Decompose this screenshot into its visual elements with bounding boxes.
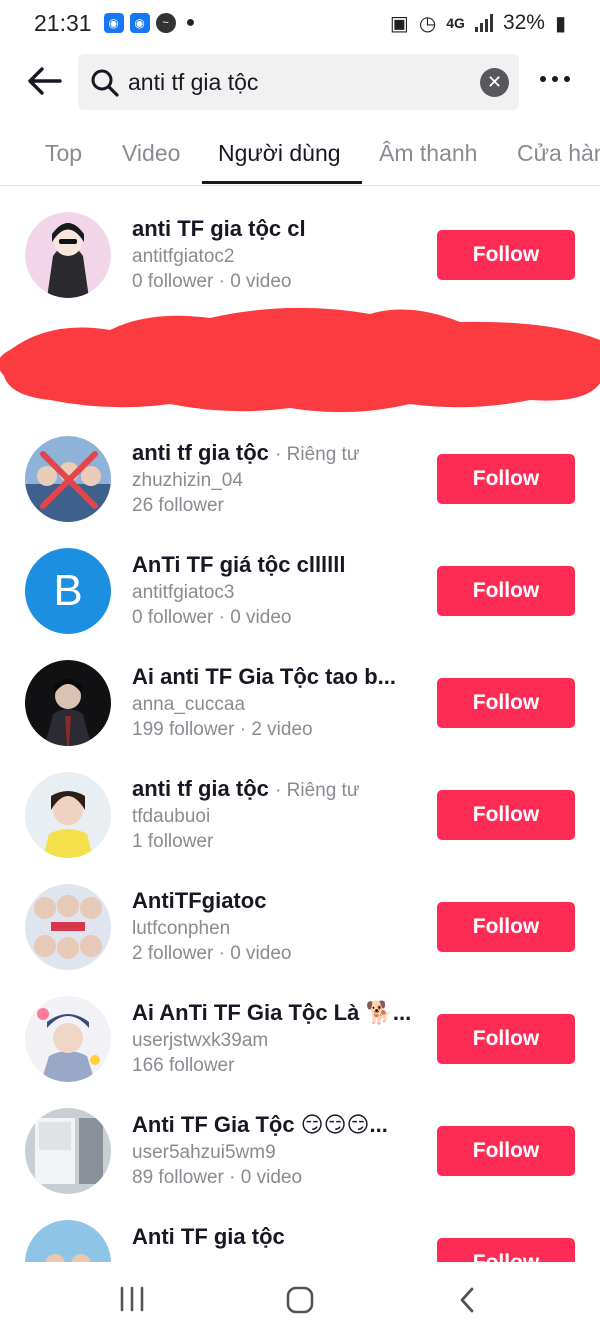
user-stats: 166 follower [132, 1055, 235, 1076]
user-handle: antitfgiatoc2 [132, 246, 235, 267]
home-icon[interactable] [285, 1286, 315, 1314]
user-row[interactable]: anti TF gia tộc cl antitfgiatoc2 0 follo… [0, 212, 600, 312]
user-stats: 199 follower · 2 video [132, 719, 313, 740]
back-arrow-icon[interactable] [26, 66, 62, 96]
search-input[interactable]: anti tf gia tộc [128, 69, 258, 96]
user-handle: user5ahzui5wm9 [132, 1142, 276, 1163]
user-name: anti tf gia tộc [132, 776, 269, 801]
user-avatar[interactable] [25, 212, 111, 298]
active-tab-indicator [202, 181, 362, 184]
redaction-scribble [0, 307, 600, 413]
user-row[interactable]: anti tf gia tộc · Riêng tư zhuzhizin_04 … [0, 436, 600, 536]
user-handle: tfdaubuoi [132, 806, 211, 827]
follow-button[interactable]: Follow [437, 230, 575, 280]
user-handle: zhuzhizin_04 [132, 470, 243, 491]
back-nav-icon[interactable] [456, 1286, 478, 1314]
user-stats: 1 follower [132, 831, 214, 852]
private-label: · Riêng tư [275, 780, 360, 801]
user-row[interactable]: Anti TF Gia Tộc 😏😏😏... user5ahzui5wm9 89… [0, 1108, 600, 1208]
user-handle: userjstwxk39am [132, 1030, 269, 1051]
signal-icon [474, 14, 493, 32]
user-row[interactable]: B AnTi TF giá tộc cllllll antitfgiatoc3 … [0, 548, 600, 648]
system-navigation-bar [0, 1262, 600, 1338]
follow-button[interactable]: Follow [437, 678, 575, 728]
lock-icon: ▣ [389, 12, 409, 35]
follow-button[interactable]: Follow [437, 566, 575, 616]
user-avatar[interactable] [25, 884, 111, 970]
recent-apps-icon[interactable] [118, 1286, 146, 1312]
search-header: anti tf gia tộc ✕ [0, 52, 600, 112]
user-stats: 0 follower · 0 video [132, 271, 292, 292]
user-handle: antitfgiatoc3 [132, 582, 235, 603]
user-row[interactable]: Ai anti TF Gia Tộc tao b... anna_cuccaa … [0, 660, 600, 760]
battery-icon: ▮ [554, 12, 566, 35]
tab-sounds[interactable]: Âm thanh [379, 140, 477, 167]
more-notifications-dot-icon: ● [185, 14, 196, 31]
search-tabs: Top Video Người dùng Âm thanh Cửa hàng [0, 128, 600, 186]
user-avatar[interactable] [25, 772, 111, 858]
tab-top[interactable]: Top [45, 140, 82, 167]
follow-button[interactable]: Follow [437, 454, 575, 504]
user-name: anti tf gia tộc [132, 440, 269, 465]
search-icon [91, 69, 119, 97]
tab-shop[interactable]: Cửa hàng [517, 140, 600, 167]
user-stats: 89 follower · 0 video [132, 1167, 303, 1188]
status-bar: 21:31 ◉ ◉ ~ ● ▣ ◷ 4G 32% ▮ [0, 0, 600, 46]
user-name: Anti TF gia tộc [132, 1224, 285, 1249]
clear-search-icon[interactable]: ✕ [480, 68, 509, 97]
user-avatar[interactable] [25, 436, 111, 522]
network-type: 4G [446, 15, 465, 31]
tab-video[interactable]: Video [122, 140, 180, 167]
user-name: Ai AnTi TF Gia Tộc Là 🐕... [132, 1000, 412, 1025]
user-stats: 26 follower [132, 495, 224, 516]
user-stats: 0 follower · 0 video [132, 607, 292, 628]
user-handle: lutfconphen [132, 918, 231, 939]
user-row[interactable]: AntiTFgiatoc lutfconphen 2 follower · 0 … [0, 884, 600, 984]
app-notification-icon-2: ◉ [129, 13, 150, 33]
user-name: Anti TF Gia Tộc 😏😏😏... [132, 1112, 388, 1137]
user-name: AntiTFgiatoc [132, 888, 267, 913]
app-notification-icon: ◉ [103, 13, 124, 33]
follow-button[interactable]: Follow [437, 1014, 575, 1064]
user-avatar[interactable] [25, 1108, 111, 1194]
follow-button[interactable]: Follow [437, 902, 575, 952]
user-name: anti TF gia tộc cl [132, 216, 306, 241]
user-row[interactable]: anti tf gia tộc · Riêng tư tfdaubuoi 1 f… [0, 772, 600, 872]
private-label: · Riêng tư [275, 444, 360, 465]
user-avatar[interactable]: B [25, 548, 111, 634]
user-avatar[interactable] [25, 996, 111, 1082]
alarm-icon: ◷ [418, 12, 437, 35]
battery-level: 32% [502, 11, 545, 34]
user-stats: 2 follower · 0 video [132, 943, 292, 964]
user-handle: anna_cuccaa [132, 694, 246, 715]
status-time: 21:31 [34, 9, 92, 36]
search-box[interactable]: anti tf gia tộc ✕ [78, 54, 519, 110]
follow-button[interactable]: Follow [437, 1126, 575, 1176]
user-name: Ai anti TF Gia Tộc tao b... [132, 664, 397, 689]
user-name: AnTi TF giá tộc cllllll [132, 552, 346, 577]
messenger-icon: ~ [155, 13, 176, 33]
tab-users[interactable]: Người dùng [218, 140, 341, 167]
more-options-icon[interactable] [540, 76, 570, 82]
user-row[interactable]: Ai AnTi TF Gia Tộc Là 🐕... userjstwxk39a… [0, 996, 600, 1096]
follow-button[interactable]: Follow [437, 790, 575, 840]
user-avatar[interactable] [25, 660, 111, 746]
